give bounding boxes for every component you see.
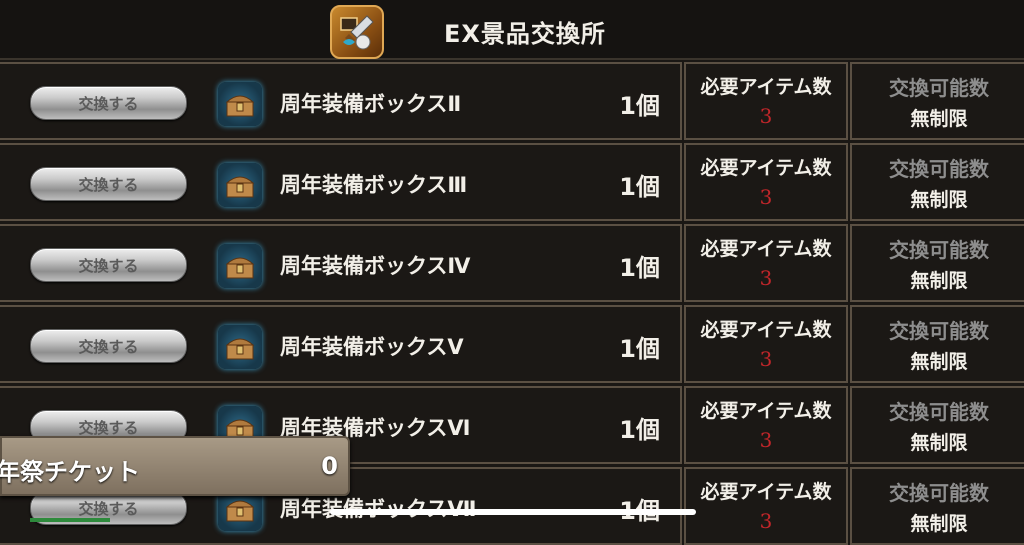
required-items-value: 3 <box>759 347 773 371</box>
exchange-button[interactable]: 交換する <box>30 248 187 282</box>
required-items-label: 必要アイテム数 <box>700 481 832 503</box>
exchange-limit-cell: 交換可能数 無制限 <box>850 224 1024 302</box>
ticket-count: 0 <box>321 452 338 480</box>
list-item: 交換する 周年装備ボックスⅢ 1個 必要アイテム数 3 交換可能数 無制限 <box>0 143 1024 221</box>
treasure-chest-icon <box>218 163 262 207</box>
required-items-value: 3 <box>759 266 773 290</box>
item-name: 周年装備ボックスⅢ <box>280 173 468 197</box>
header-bar: EX景品交換所 <box>0 0 1024 60</box>
progress-indicator <box>30 518 110 522</box>
ticket-counter: 年祭チケット 0 <box>0 436 350 496</box>
exchange-limit-cell: 交換可能数 無制限 <box>850 305 1024 383</box>
exchange-limit-label: 交換可能数 <box>889 481 989 505</box>
treasure-chest-icon <box>218 82 262 126</box>
required-items-cell: 必要アイテム数 3 <box>684 305 848 383</box>
required-items-cell: 必要アイテム数 3 <box>684 467 848 545</box>
item-quantity: 1個 <box>619 254 660 282</box>
exchange-limit-cell: 交換可能数 無制限 <box>850 62 1024 140</box>
exchange-limit-label: 交換可能数 <box>889 400 989 424</box>
list-item: 交換する 周年装備ボックスⅣ 1個 必要アイテム数 3 交換可能数 無制限 <box>0 224 1024 302</box>
exchange-button[interactable]: 交換する <box>30 86 187 120</box>
ticket-label: 年祭チケット <box>0 458 140 486</box>
required-items-label: 必要アイテム数 <box>700 400 832 422</box>
required-items-value: 3 <box>759 185 773 209</box>
exchange-limit-value: 無制限 <box>910 513 968 535</box>
required-items-cell: 必要アイテム数 3 <box>684 224 848 302</box>
required-items-label: 必要アイテム数 <box>700 319 832 341</box>
item-name: 周年装備ボックスⅣ <box>280 254 471 278</box>
page-title: EX景品交換所 <box>444 20 606 48</box>
exchange-limit-value: 無制限 <box>910 432 968 454</box>
exchange-button[interactable]: 交換する <box>30 167 187 201</box>
exchange-shop-icon <box>330 5 384 59</box>
required-items-cell: 必要アイテム数 3 <box>684 62 848 140</box>
item-row-main: 交換する 周年装備ボックスⅣ 1個 <box>0 224 682 302</box>
exchange-limit-value: 無制限 <box>910 108 968 130</box>
required-items-value: 3 <box>759 509 773 533</box>
list-item: 交換する 周年装備ボックスⅡ 1個 必要アイテム数 3 交換可能数 無制限 <box>0 62 1024 140</box>
required-items-label: 必要アイテム数 <box>700 238 832 260</box>
item-quantity: 1個 <box>619 416 660 444</box>
item-row-main: 交換する 周年装備ボックスⅢ 1個 <box>0 143 682 221</box>
required-items-cell: 必要アイテム数 3 <box>684 386 848 464</box>
exchange-limit-label: 交換可能数 <box>889 319 989 343</box>
exchange-limit-label: 交換可能数 <box>889 238 989 262</box>
item-name: 周年装備ボックスⅤ <box>280 335 464 359</box>
item-quantity: 1個 <box>619 92 660 120</box>
exchange-limit-cell: 交換可能数 無制限 <box>850 467 1024 545</box>
treasure-chest-icon <box>218 244 262 288</box>
item-quantity: 1個 <box>619 335 660 363</box>
exchange-button[interactable]: 交換する <box>30 329 187 363</box>
item-quantity: 1個 <box>619 173 660 201</box>
exchange-limit-value: 無制限 <box>910 270 968 292</box>
required-items-value: 3 <box>759 428 773 452</box>
treasure-chest-icon <box>218 325 262 369</box>
exchange-limit-cell: 交換可能数 無制限 <box>850 386 1024 464</box>
item-row-main: 交換する 周年装備ボックスⅡ 1個 <box>0 62 682 140</box>
required-items-label: 必要アイテム数 <box>700 76 832 98</box>
exchange-limit-label: 交換可能数 <box>889 157 989 181</box>
item-name: 周年装備ボックスⅡ <box>280 92 462 116</box>
exchange-limit-value: 無制限 <box>910 189 968 211</box>
item-row-main: 交換する 周年装備ボックスⅤ 1個 <box>0 305 682 383</box>
item-name: 周年装備ボックスⅦ <box>280 493 476 523</box>
exchange-limit-label: 交換可能数 <box>889 76 989 100</box>
required-items-value: 3 <box>759 104 773 128</box>
exchange-limit-value: 無制限 <box>910 351 968 373</box>
home-indicator[interactable] <box>330 509 696 515</box>
required-items-cell: 必要アイテム数 3 <box>684 143 848 221</box>
list-item: 交換する 周年装備ボックスⅤ 1個 必要アイテム数 3 交換可能数 無制限 <box>0 305 1024 383</box>
exchange-limit-cell: 交換可能数 無制限 <box>850 143 1024 221</box>
required-items-label: 必要アイテム数 <box>700 157 832 179</box>
